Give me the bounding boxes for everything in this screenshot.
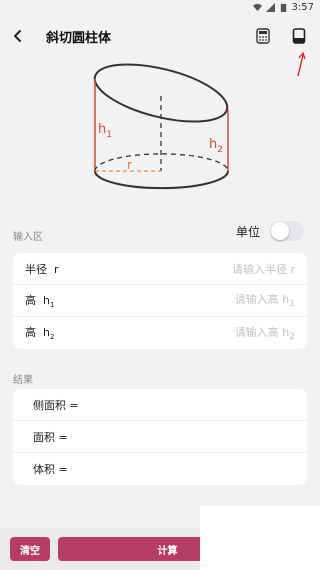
input-section-label: 输入区 [13, 232, 43, 243]
height1-input[interactable]: 请输入高 h1 [235, 291, 295, 309]
radius-label: 半径 r [25, 262, 59, 276]
clear-button[interactable]: 清空 [10, 537, 50, 561]
h1-label: h1 [98, 122, 112, 140]
height1-label: 高 h1 [25, 293, 55, 310]
area-result: 面积 = [13, 421, 307, 453]
height2-label: 高 h2 [25, 326, 55, 342]
cylinder-diagram: h1 h2 r [93, 63, 229, 190]
overlay-blank [200, 506, 320, 570]
lateral-area-result: 侧面积 = [13, 389, 307, 421]
result-section-label: 结果 [13, 375, 33, 386]
h2-label: h2 [209, 137, 223, 155]
oblique-cylinder-figure: h1 h2 r [0, 58, 320, 216]
volume-result: 体积 = [33, 463, 68, 476]
height2-input[interactable]: 请输入高 h2 [235, 324, 295, 342]
height1-input-row[interactable]: 高 h1 请输入高 h1 [13, 285, 307, 317]
radius-input[interactable]: 请输入半径 r [232, 261, 295, 277]
unit-label: 单位 [235, 224, 260, 239]
radius-input-row[interactable]: 半径 r 请输入半径 r [13, 253, 307, 285]
toggle-knob [271, 222, 289, 240]
height2-input-row[interactable]: 高 h2 请输入高 h2 [13, 317, 307, 349]
result-card: 侧面积 = 面积 = 体积 = [13, 389, 307, 485]
bottom-ellipse-front [94, 170, 229, 190]
unit-row: 单位 [236, 221, 304, 241]
r-label: r [127, 158, 132, 172]
input-card: 半径 r 请输入半径 r 高 h1 请输入高 h1 高 h2 请输入高 h2 [13, 253, 307, 349]
top-ellipse [93, 63, 229, 123]
unit-toggle[interactable] [270, 221, 304, 241]
